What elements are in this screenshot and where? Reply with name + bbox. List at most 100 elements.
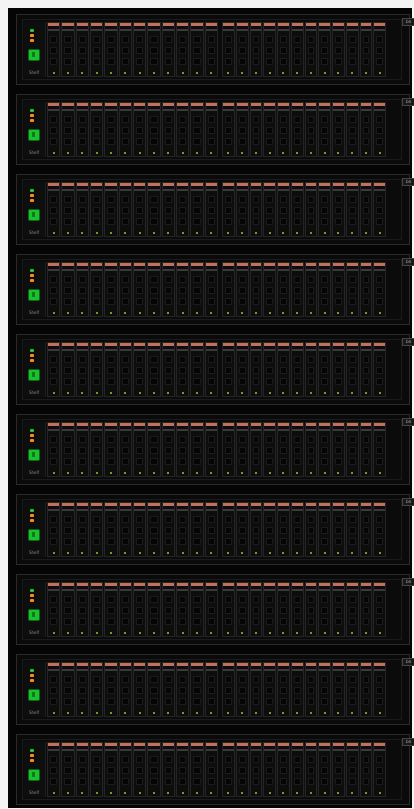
drive-bay[interactable] xyxy=(318,582,331,637)
drive-bay[interactable] xyxy=(332,742,345,797)
drive-bay[interactable] xyxy=(89,22,104,77)
drive-bay[interactable] xyxy=(222,502,235,557)
power-button[interactable] xyxy=(28,49,40,61)
drive-bay[interactable] xyxy=(147,102,161,157)
drive-bay[interactable] xyxy=(204,342,218,397)
drive-bay[interactable] xyxy=(263,22,276,77)
drive-bay[interactable] xyxy=(118,342,132,397)
drive-bay[interactable] xyxy=(147,422,161,477)
drive-bay[interactable] xyxy=(61,262,75,317)
drive-bay[interactable] xyxy=(190,662,204,717)
shelf-tab[interactable]: DS xyxy=(402,738,414,746)
drive-bay[interactable] xyxy=(132,182,147,237)
drive-bay[interactable] xyxy=(161,342,175,397)
drive-bay[interactable] xyxy=(222,582,235,637)
drive-bay[interactable] xyxy=(249,502,263,557)
drive-bay[interactable] xyxy=(161,662,175,717)
drive-bay[interactable] xyxy=(75,262,89,317)
storage-shelf[interactable]: Shelf DS xyxy=(16,734,414,805)
drive-bay[interactable] xyxy=(75,422,89,477)
drive-bay[interactable] xyxy=(132,102,147,157)
storage-shelf[interactable]: Shelf DS xyxy=(16,574,414,645)
drive-bay[interactable] xyxy=(118,422,132,477)
drive-bay[interactable] xyxy=(373,502,386,557)
drive-bay[interactable] xyxy=(249,182,263,237)
drive-bay[interactable] xyxy=(290,742,304,797)
power-button[interactable] xyxy=(28,609,40,621)
drive-bay[interactable] xyxy=(75,102,89,157)
drive-bay[interactable] xyxy=(277,22,290,77)
drive-bay[interactable] xyxy=(345,582,359,637)
drive-bay[interactable] xyxy=(332,662,345,717)
drive-bay[interactable] xyxy=(249,422,263,477)
drive-bay[interactable] xyxy=(118,662,132,717)
drive-bay[interactable] xyxy=(47,262,61,317)
drive-bay[interactable] xyxy=(175,742,190,797)
power-button[interactable] xyxy=(28,769,40,781)
drive-bay[interactable] xyxy=(104,22,118,77)
drive-bay[interactable] xyxy=(75,182,89,237)
drive-bay[interactable] xyxy=(132,422,147,477)
drive-bay[interactable] xyxy=(161,582,175,637)
drive-bay[interactable] xyxy=(249,742,263,797)
drive-bay[interactable] xyxy=(235,662,249,717)
drive-bay[interactable] xyxy=(61,182,75,237)
drive-bay[interactable] xyxy=(373,582,386,637)
drive-bay[interactable] xyxy=(277,262,290,317)
drive-bay[interactable] xyxy=(147,342,161,397)
drive-bay[interactable] xyxy=(104,742,118,797)
drive-bay[interactable] xyxy=(161,262,175,317)
drive-bay[interactable] xyxy=(204,182,218,237)
storage-shelf[interactable]: Shelf DS xyxy=(16,174,414,245)
drive-bay[interactable] xyxy=(304,262,318,317)
drive-bay[interactable] xyxy=(277,102,290,157)
drive-bay[interactable] xyxy=(290,102,304,157)
drive-bay[interactable] xyxy=(359,662,373,717)
drive-bay[interactable] xyxy=(290,422,304,477)
drive-bay[interactable] xyxy=(345,102,359,157)
drive-bay[interactable] xyxy=(204,662,218,717)
drive-bay[interactable] xyxy=(175,182,190,237)
drive-bay[interactable] xyxy=(75,22,89,77)
power-button[interactable] xyxy=(28,129,40,141)
drive-bay[interactable] xyxy=(61,422,75,477)
storage-shelf[interactable]: Shelf DS xyxy=(16,14,414,85)
drive-bay[interactable] xyxy=(190,262,204,317)
drive-bay[interactable] xyxy=(290,262,304,317)
drive-bay[interactable] xyxy=(277,662,290,717)
drive-bay[interactable] xyxy=(104,582,118,637)
drive-bay[interactable] xyxy=(359,422,373,477)
drive-bay[interactable] xyxy=(47,342,61,397)
drive-bay[interactable] xyxy=(304,502,318,557)
drive-bay[interactable] xyxy=(132,502,147,557)
power-button[interactable] xyxy=(28,209,40,221)
drive-bay[interactable] xyxy=(222,422,235,477)
drive-bay[interactable] xyxy=(75,342,89,397)
power-button[interactable] xyxy=(28,689,40,701)
storage-shelf[interactable]: Shelf DS xyxy=(16,494,414,565)
drive-bay[interactable] xyxy=(263,342,276,397)
drive-bay[interactable] xyxy=(222,742,235,797)
drive-bay[interactable] xyxy=(304,662,318,717)
drive-bay[interactable] xyxy=(118,742,132,797)
drive-bay[interactable] xyxy=(332,342,345,397)
drive-bay[interactable] xyxy=(345,22,359,77)
drive-bay[interactable] xyxy=(47,102,61,157)
drive-bay[interactable] xyxy=(263,262,276,317)
drive-bay[interactable] xyxy=(89,342,104,397)
drive-bay[interactable] xyxy=(118,182,132,237)
drive-bay[interactable] xyxy=(61,502,75,557)
drive-bay[interactable] xyxy=(359,582,373,637)
drive-bay[interactable] xyxy=(345,262,359,317)
storage-shelf[interactable]: Shelf DS xyxy=(16,94,414,165)
drive-bay[interactable] xyxy=(47,422,61,477)
storage-shelf[interactable]: Shelf DS xyxy=(16,254,414,325)
drive-bay[interactable] xyxy=(373,742,386,797)
drive-bay[interactable] xyxy=(132,742,147,797)
drive-bay[interactable] xyxy=(175,582,190,637)
shelf-tab[interactable]: DS xyxy=(402,578,414,586)
drive-bay[interactable] xyxy=(204,262,218,317)
drive-bay[interactable] xyxy=(290,182,304,237)
drive-bay[interactable] xyxy=(277,502,290,557)
drive-bay[interactable] xyxy=(118,102,132,157)
